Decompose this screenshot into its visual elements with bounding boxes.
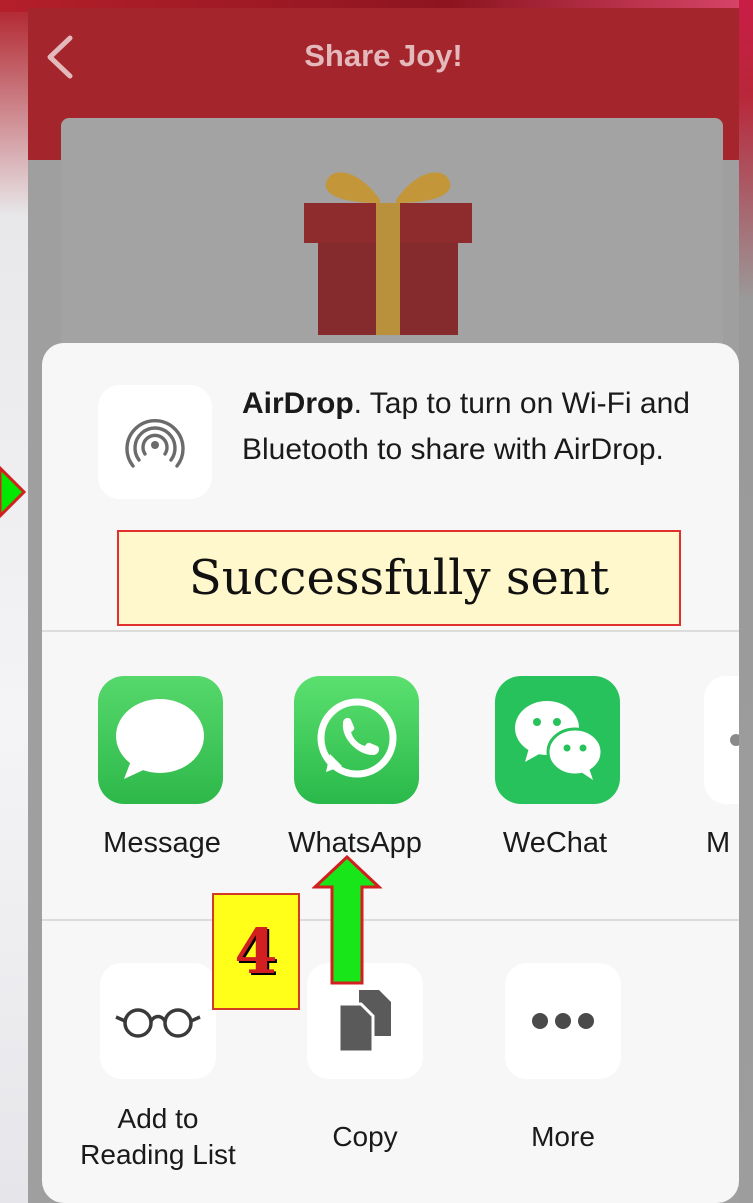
page-title: Share Joy! bbox=[304, 38, 463, 73]
divider bbox=[42, 919, 739, 921]
airdrop-icon[interactable] bbox=[98, 385, 212, 499]
more-app-dot-icon bbox=[730, 734, 739, 746]
more-label: More bbox=[531, 1121, 595, 1152]
more-apps-label: M bbox=[706, 827, 731, 859]
gift-icon bbox=[304, 172, 472, 335]
copy-label: Copy bbox=[332, 1121, 398, 1152]
add-to-reading-list-label: Add to Reading List bbox=[80, 1103, 236, 1170]
message-label: Message bbox=[103, 827, 221, 859]
wechat-icon bbox=[515, 701, 604, 780]
glasses-icon bbox=[115, 1008, 201, 1038]
whatsapp-icon bbox=[317, 698, 397, 778]
background-right bbox=[739, 0, 753, 1203]
wechat-label: WeChat bbox=[502, 827, 608, 859]
message-app-button[interactable] bbox=[98, 676, 223, 804]
success-banner: Successfully sent bbox=[117, 530, 681, 626]
share-sheet: AirDrop. Tap to turn on Wi-Fi and Blueto… bbox=[42, 343, 739, 1203]
more-button[interactable] bbox=[505, 963, 621, 1079]
step-number-badge: 4 bbox=[212, 893, 300, 1010]
add-to-reading-list-button[interactable] bbox=[100, 963, 216, 1079]
divider bbox=[42, 630, 739, 632]
airdrop-title: AirDrop bbox=[242, 387, 354, 420]
wechat-app-button[interactable] bbox=[495, 676, 620, 804]
whatsapp-app-button[interactable] bbox=[294, 676, 419, 804]
copy-icon bbox=[337, 990, 391, 1054]
up-arrow-icon bbox=[312, 855, 382, 985]
message-icon bbox=[116, 699, 204, 779]
airdrop-message: AirDrop. Tap to turn on Wi-Fi and Blueto… bbox=[242, 381, 702, 473]
left-arrow-icon bbox=[0, 465, 26, 519]
more-apps-button[interactable] bbox=[704, 676, 739, 804]
more-dots-icon bbox=[532, 1013, 594, 1029]
background-left bbox=[0, 0, 28, 1203]
